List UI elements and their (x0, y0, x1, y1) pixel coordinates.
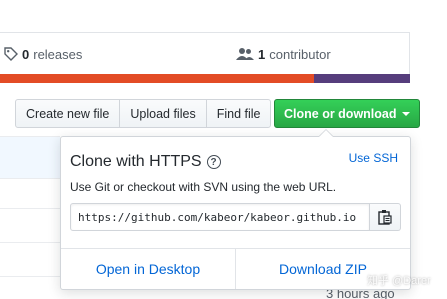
popup-description: Use Git or checkout with SVN using the w… (70, 180, 337, 194)
language-bar-segment[interactable] (313, 74, 410, 83)
list-item (0, 178, 60, 179)
list-item (0, 136, 60, 178)
question-icon[interactable]: ? (206, 155, 221, 169)
clone-button-label: Clone or download (284, 106, 397, 121)
clone-url-input[interactable] (70, 203, 370, 231)
people-icon (236, 48, 254, 60)
popup-footer: Open in Desktop Download ZIP (61, 248, 410, 289)
releases-count: 0 (22, 46, 30, 62)
use-ssh-link[interactable]: Use SSH (349, 151, 398, 165)
contributors-stat[interactable]: 1 contributor (236, 33, 331, 75)
clone-url-group (70, 203, 401, 231)
popup-title-text: Clone with HTTPS (70, 153, 202, 170)
popup-title: Clone with HTTPS ? (70, 153, 221, 171)
copy-url-button[interactable] (370, 203, 401, 231)
find-file-button[interactable]: Find file (205, 99, 272, 128)
repo-stats-bar: 0 releases 1 contributor (0, 32, 410, 74)
language-bar-segment[interactable] (0, 74, 314, 83)
contributors-label: contributor (269, 46, 331, 62)
releases-label: releases (33, 46, 83, 62)
clone-or-download-button[interactable]: Clone or download (274, 99, 420, 128)
popup-arrow-inner (319, 130, 333, 137)
create-new-file-button[interactable]: Create new file (15, 99, 121, 128)
upload-files-button[interactable]: Upload files (119, 99, 207, 128)
watermark: 知乎 @Darer (367, 275, 431, 287)
list-item (0, 242, 60, 243)
list-item (0, 276, 60, 277)
file-toolbar: Create new file Upload files Find file (15, 99, 272, 128)
clipboard-icon (378, 210, 392, 225)
releases-stat[interactable]: 0 releases (4, 33, 82, 75)
tag-icon (4, 47, 18, 61)
clone-popup: Clone with HTTPS ? Use SSH Use Git or ch… (60, 136, 411, 290)
open-in-desktop-link[interactable]: Open in Desktop (61, 249, 235, 289)
caret-down-icon (401, 111, 410, 116)
contributors-count: 1 (258, 46, 266, 62)
language-bar[interactable] (0, 74, 410, 83)
list-item (0, 208, 60, 209)
